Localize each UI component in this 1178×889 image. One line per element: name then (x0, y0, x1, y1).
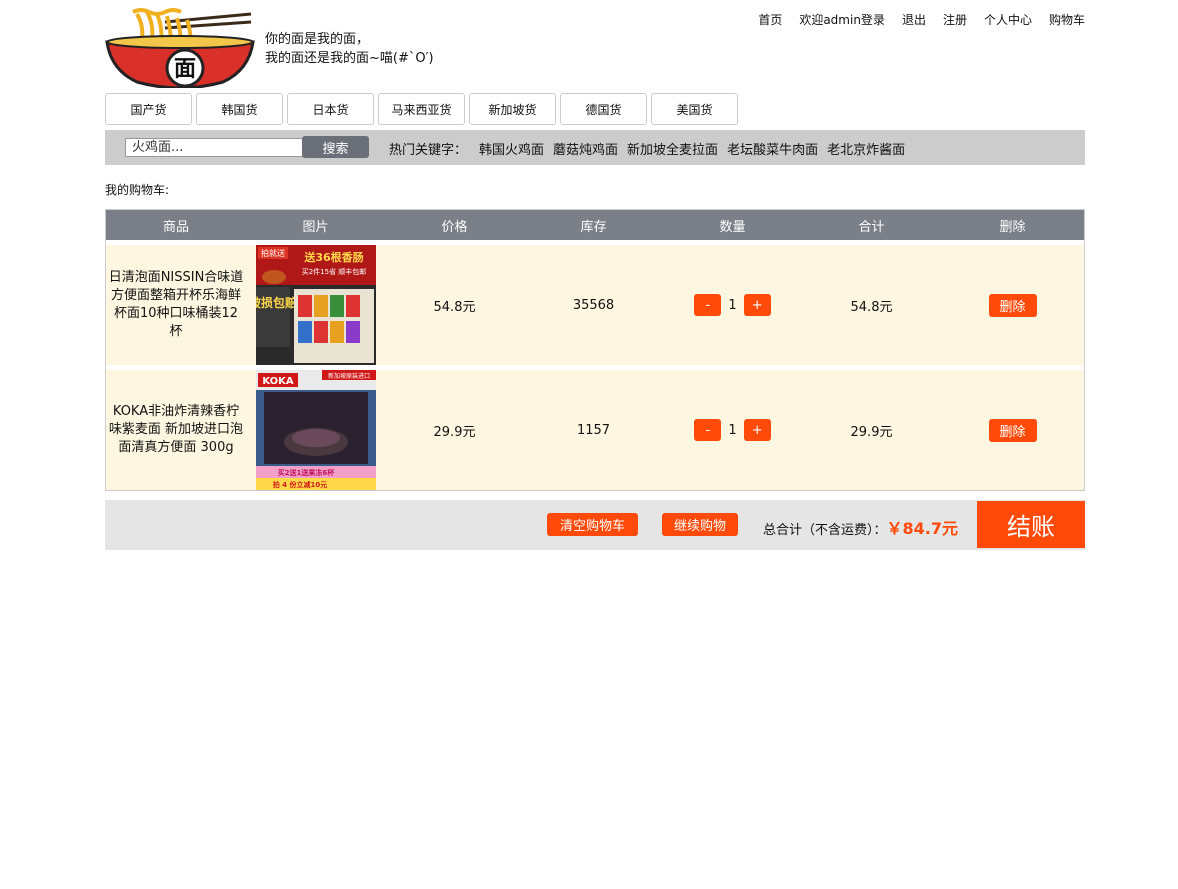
product-price: 29.9元 (433, 424, 476, 440)
product-image-cell: KOKA 新加坡原装进口 买2送1送果冻6杯 拍 4 份立减10元 (246, 370, 385, 490)
quantity-plus-button[interactable]: + (743, 294, 771, 316)
hot-keywords: 热门关键字： 韩国火鸡面 蘑菇炖鸡面 新加坡全麦拉面 老坛酸菜牛肉面 老北京炸酱… (389, 139, 914, 158)
category-china[interactable]: 国产货 (105, 93, 192, 125)
hot-keyword[interactable]: 老坛酸菜牛肉面 (727, 139, 818, 158)
nav-user-center[interactable]: 个人中心 (984, 11, 1032, 28)
delete-cell: 删除 (941, 370, 1084, 490)
column-header: 库存 (580, 219, 607, 235)
cart-table: 商品 图片 价格 库存 数量 合计 删除 日清泡面NISSIN合味道方便面整箱开… (105, 209, 1085, 491)
quantity-value: 1 (728, 422, 737, 438)
product-subtotal: 54.8元 (850, 299, 893, 315)
column-header: 合计 (858, 219, 885, 235)
category-usa[interactable]: 美国货 (651, 93, 738, 125)
logo[interactable]: 面 (105, 8, 255, 90)
svg-text:破损包赔: 破损包赔 (256, 295, 297, 310)
product-name[interactable]: KOKA非油炸清辣香柠味紫麦面 新加坡进口泡面清真方便面 300g (106, 403, 246, 457)
svg-text:买2送1送果冻6杯: 买2送1送果冻6杯 (277, 468, 335, 477)
cart-title: 我的购物车: (105, 183, 170, 197)
quantity-minus-button[interactable]: - (694, 419, 722, 441)
slogan-line-2: 我的面还是我的面~喵(#`O′) (265, 51, 434, 66)
total-summary: 总合计（不含运费）： ￥84.7元 (763, 515, 958, 539)
category-korea[interactable]: 韩国货 (196, 93, 283, 125)
table-row: 日清泡面NISSIN合味道方便面整箱开杯乐海鲜杯面10种口味桶装12杯 拍就送 … (106, 245, 1084, 365)
svg-text:买2件15省 顺丰包邮: 买2件15省 顺丰包邮 (301, 267, 366, 276)
hot-keywords-label: 热门关键字： (389, 143, 468, 158)
total-label: 总合计（不含运费）： (763, 523, 887, 538)
quantity-stepper: - 1 + (663, 370, 802, 490)
quantity-stepper: - 1 + (663, 245, 802, 365)
nav-register[interactable]: 注册 (943, 11, 967, 28)
delete-button[interactable]: 删除 (988, 418, 1037, 442)
svg-text:拍就送: 拍就送 (261, 248, 285, 258)
top-nav: 首页 欢迎admin登录 退出 注册 个人中心 购物车 (758, 11, 1085, 28)
svg-text:送36根香肠: 送36根香肠 (303, 250, 363, 264)
product-price: 54.8元 (433, 299, 476, 315)
column-header: 价格 (441, 219, 468, 235)
product-image[interactable]: KOKA 新加坡原装进口 买2送1送果冻6杯 拍 4 份立减10元 (255, 370, 376, 490)
continue-shopping-button[interactable]: 继续购物 (662, 513, 738, 536)
delete-button[interactable]: 删除 (988, 293, 1037, 317)
product-image-cell: 拍就送 送36根香肠 买2件15省 顺丰包邮 破损包赔 (246, 245, 385, 365)
nav-logout[interactable]: 退出 (902, 11, 926, 28)
slogan-line-1: 你的面是我的面， (265, 32, 370, 47)
category-japan[interactable]: 日本货 (287, 93, 374, 125)
svg-text:新加坡原装进口: 新加坡原装进口 (327, 372, 369, 380)
product-stock: 35568 (572, 297, 615, 313)
table-row: KOKA非油炸清辣香柠味紫麦面 新加坡进口泡面清真方便面 300g KOKA 新… (106, 370, 1084, 490)
category-tabs: 国产货 韩国货 日本货 马来西亚货 新加坡货 德国货 美国货 (105, 93, 742, 125)
hot-keyword[interactable]: 新加坡全麦拉面 (627, 139, 718, 158)
nav-home[interactable]: 首页 (758, 11, 782, 28)
search-bar: 火鸡面... 搜索 热门关键字： 韩国火鸡面 蘑菇炖鸡面 新加坡全麦拉面 老坛酸… (105, 130, 1085, 165)
category-germany[interactable]: 德国货 (560, 93, 647, 125)
total-amount: ￥84.7元 (886, 519, 958, 538)
svg-text:拍 4 份立减10元: 拍 4 份立减10元 (272, 480, 327, 489)
quantity-value: 1 (728, 297, 737, 313)
quantity-plus-button[interactable]: + (743, 419, 771, 441)
noodle-bowl-icon: 面 (105, 8, 255, 90)
column-header: 商品 (162, 219, 189, 235)
category-singapore[interactable]: 新加坡货 (469, 93, 556, 125)
search-input[interactable]: 火鸡面... (125, 138, 303, 157)
clear-cart-button[interactable]: 清空购物车 (547, 513, 638, 536)
column-header: 数量 (719, 219, 746, 235)
column-header: 删除 (999, 219, 1026, 235)
search-button[interactable]: 搜索 (302, 136, 369, 158)
delete-cell: 删除 (941, 245, 1084, 365)
nav-welcome-user[interactable]: 欢迎admin登录 (799, 11, 885, 28)
quantity-minus-button[interactable]: - (694, 294, 722, 316)
slogan: 你的面是我的面， 我的面还是我的面~喵(#`O′) (265, 30, 434, 68)
hot-keyword[interactable]: 老北京炸酱面 (827, 139, 905, 158)
nav-cart[interactable]: 购物车 (1049, 11, 1085, 28)
category-malaysia[interactable]: 马来西亚货 (378, 93, 465, 125)
checkout-button[interactable]: 结账 (977, 501, 1085, 548)
product-stock: 1157 (576, 422, 611, 438)
column-header: 图片 (302, 219, 329, 235)
table-header: 商品 图片 价格 库存 数量 合计 删除 (106, 210, 1084, 240)
hot-keyword[interactable]: 蘑菇炖鸡面 (553, 139, 618, 158)
product-subtotal: 29.9元 (850, 424, 893, 440)
hot-keyword[interactable]: 韩国火鸡面 (479, 139, 544, 158)
cart-footer: 清空购物车 继续购物 总合计（不含运费）： ￥84.7元 结账 (105, 500, 1085, 550)
product-image[interactable]: 拍就送 送36根香肠 买2件15省 顺丰包邮 破损包赔 (255, 245, 376, 365)
svg-text:KOKA: KOKA (262, 376, 294, 387)
product-name-cell: KOKA非油炸清辣香柠味紫麦面 新加坡进口泡面清真方便面 300g (106, 370, 246, 490)
product-name-cell: 日清泡面NISSIN合味道方便面整箱开杯乐海鲜杯面10种口味桶装12杯 (106, 245, 246, 365)
svg-text:面: 面 (174, 57, 196, 82)
product-name[interactable]: 日清泡面NISSIN合味道方便面整箱开杯乐海鲜杯面10种口味桶装12杯 (106, 269, 246, 341)
